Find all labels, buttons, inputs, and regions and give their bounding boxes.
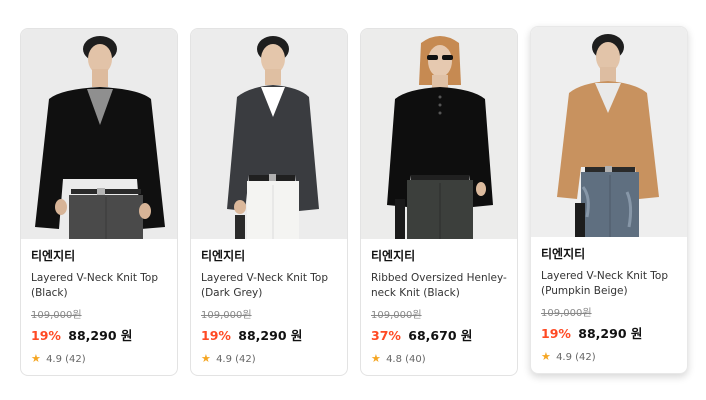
review-count: (42)	[65, 354, 86, 365]
price-row: 19% 88,290 원	[201, 328, 338, 344]
star-icon: ★	[371, 352, 381, 365]
brand-name: 티엔지티	[201, 249, 246, 263]
star-icon: ★	[31, 352, 41, 365]
review-count: (40)	[405, 354, 426, 365]
discount-rate: 37%	[371, 328, 401, 343]
product-image[interactable]	[21, 29, 178, 239]
product-card[interactable]: 티엔지티 Layered V-Neck Knit Top (Dark Grey)…	[190, 28, 348, 376]
product-image[interactable]	[191, 29, 348, 239]
product-name[interactable]: Layered V-Neck Knit Top (Pumpkin Beige)	[541, 269, 678, 299]
sale-price: 88,290 원	[68, 328, 133, 343]
discount-rate: 19%	[31, 328, 61, 343]
rating-value: 4.9	[556, 352, 572, 363]
original-price: 109,000원	[371, 310, 422, 321]
review-count: (42)	[575, 352, 596, 363]
price-row: 19% 88,290 원	[541, 326, 678, 342]
product-name[interactable]: Layered V-Neck Knit Top (Dark Grey)	[201, 271, 338, 301]
rating: ★ 4.9 (42)	[201, 352, 338, 366]
brand-name: 티엔지티	[541, 247, 586, 261]
rating: ★ 4.8 (40)	[371, 352, 508, 366]
product-card[interactable]: 티엔지티 Layered V-Neck Knit Top (Pumpkin Be…	[530, 26, 688, 374]
rating: ★ 4.9 (42)	[31, 352, 168, 366]
review-count: (42)	[235, 354, 256, 365]
rating-value: 4.9	[216, 354, 232, 365]
product-image[interactable]	[361, 29, 518, 239]
sale-price: 88,290 원	[578, 326, 643, 341]
discount-rate: 19%	[201, 328, 231, 343]
original-price: 109,000원	[201, 310, 252, 321]
product-card[interactable]: 티엔지티 Layered V-Neck Knit Top (Black) 109…	[20, 28, 178, 376]
star-icon: ★	[201, 352, 211, 365]
product-image[interactable]	[531, 27, 688, 237]
sale-price: 88,290 원	[238, 328, 303, 343]
discount-rate: 19%	[541, 326, 571, 341]
rating: ★ 4.9 (42)	[541, 350, 678, 364]
product-name[interactable]: Layered V-Neck Knit Top (Black)	[31, 271, 168, 301]
price-row: 37% 68,670 원	[371, 328, 508, 344]
brand-name: 티엔지티	[371, 249, 416, 263]
original-price: 109,000원	[541, 308, 592, 319]
rating-value: 4.9	[46, 354, 62, 365]
brand-name: 티엔지티	[31, 249, 76, 263]
star-icon: ★	[541, 350, 551, 363]
product-grid: 티엔지티 Layered V-Neck Knit Top (Black) 109…	[20, 26, 688, 376]
original-price: 109,000원	[31, 310, 82, 321]
price-row: 19% 88,290 원	[31, 328, 168, 344]
product-name[interactable]: Ribbed Oversized Henley-neck Knit (Black…	[371, 271, 508, 301]
rating-value: 4.8	[386, 354, 402, 365]
product-card[interactable]: 티엔지티 Ribbed Oversized Henley-neck Knit (…	[360, 28, 518, 376]
sale-price: 68,670 원	[408, 328, 473, 343]
